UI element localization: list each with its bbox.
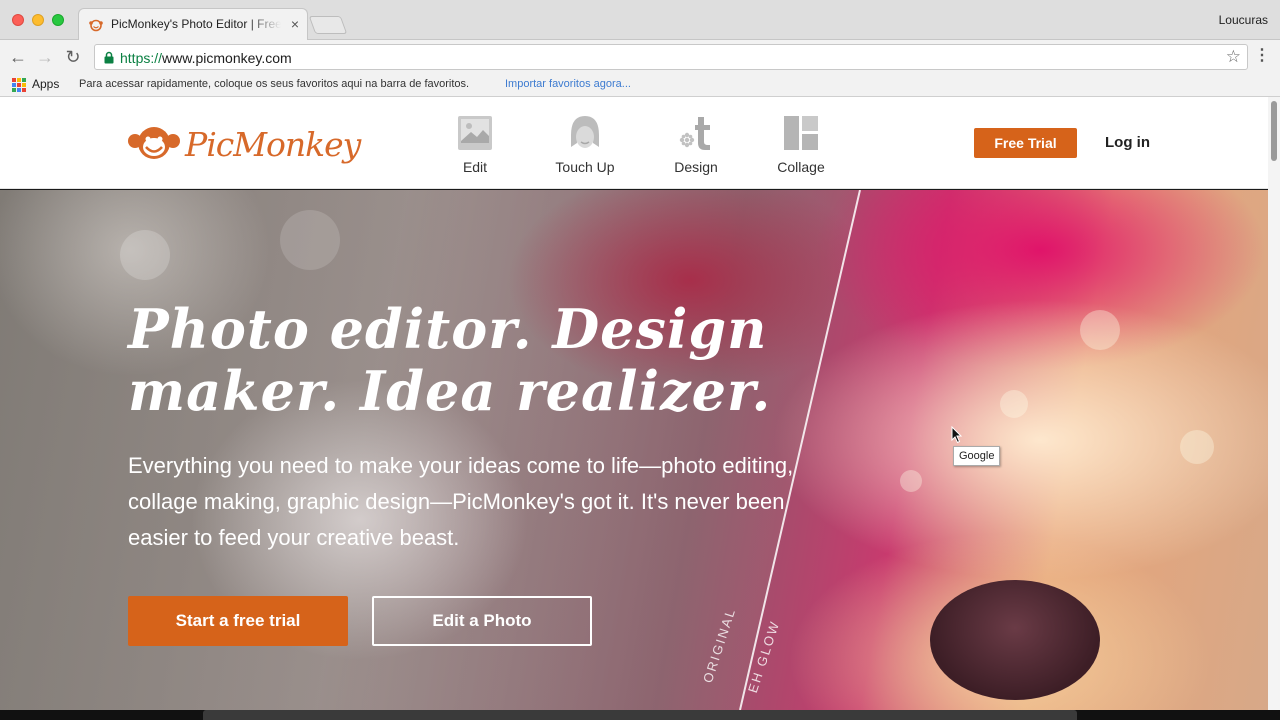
bookmarks-hint-text: Para acessar rapidamente, coloque os seu… xyxy=(79,78,470,90)
browser-tab-active[interactable]: PicMonkey's Photo Editor | Free Online P… xyxy=(78,8,308,40)
url-scheme: https:// xyxy=(120,50,163,66)
dog-nose-shape xyxy=(930,580,1100,700)
tab-title: PicMonkey's Photo Editor | Free Online P… xyxy=(111,17,281,31)
browser-toolbar: ← → ↻ https://www.picmonkey.com ☆ ⋮ xyxy=(0,40,1280,73)
start-free-trial-button[interactable]: Start a free trial xyxy=(128,596,348,646)
logo-wordmark: PicMonkey xyxy=(185,125,361,164)
nav-touch-up[interactable]: Touch Up xyxy=(540,113,630,175)
bokeh-light xyxy=(280,210,340,270)
apps-link[interactable]: Apps xyxy=(32,77,59,91)
hero-title: Photo editor. Design maker. Idea realize… xyxy=(128,297,772,423)
forward-arrow-icon[interactable]: → xyxy=(34,46,56,68)
address-bar[interactable]: https://www.picmonkey.com ☆ xyxy=(94,44,1248,70)
tab-close-icon[interactable]: × xyxy=(291,15,299,33)
nav-touch-up-label: Touch Up xyxy=(555,159,615,175)
nav-collage-label: Collage xyxy=(777,159,825,175)
import-bookmarks-link[interactable]: Importar favoritos agora... xyxy=(505,78,631,90)
edit-a-photo-button[interactable]: Edit a Photo xyxy=(372,596,592,646)
site-header: PicMonkey Edit Touch Up Design Collage F… xyxy=(0,97,1268,189)
nav-design[interactable]: Design xyxy=(651,113,741,175)
scrollbar-thumb[interactable] xyxy=(1271,101,1277,161)
bokeh-light xyxy=(1080,310,1120,350)
free-trial-button[interactable]: Free Trial xyxy=(974,128,1077,158)
bokeh-light xyxy=(120,230,170,280)
collage-icon xyxy=(784,116,818,150)
minimize-window-button[interactable] xyxy=(32,14,44,26)
apps-grid-icon[interactable] xyxy=(12,78,26,92)
bookmark-star-icon[interactable]: ☆ xyxy=(1226,47,1241,67)
face-icon xyxy=(571,116,599,148)
picmonkey-logo[interactable]: PicMonkey xyxy=(127,123,361,171)
tooltip: Google xyxy=(953,446,1001,466)
reload-icon[interactable]: ↻ xyxy=(62,46,84,68)
picmonkey-favicon-icon xyxy=(89,19,103,32)
lock-icon xyxy=(104,51,114,64)
bokeh-light xyxy=(1180,430,1214,464)
image-icon xyxy=(458,116,492,150)
bokeh-light xyxy=(1000,390,1028,418)
back-arrow-icon[interactable]: ← xyxy=(7,46,29,68)
dock xyxy=(203,710,1077,720)
url-domain: www.picmonkey.com xyxy=(162,50,292,66)
browser-menu-icon[interactable]: ⋮ xyxy=(1254,45,1270,67)
maximize-window-button[interactable] xyxy=(52,14,64,26)
hero-subtitle: Everything you need to make your ideas c… xyxy=(128,453,794,550)
bokeh-light xyxy=(900,470,922,492)
bookmarks-bar: Apps Para acessar rapidamente, coloque o… xyxy=(0,73,1280,97)
profile-name[interactable]: Loucuras xyxy=(1219,13,1268,27)
design-icon xyxy=(679,117,710,150)
monkey-logo-icon xyxy=(128,127,180,159)
nav-edit[interactable]: Edit xyxy=(430,113,520,175)
nav-collage[interactable]: Collage xyxy=(756,113,846,175)
mouse-cursor-icon xyxy=(951,426,963,444)
browser-titlebar: PicMonkey's Photo Editor | Free Online P… xyxy=(0,0,1280,40)
nav-design-label: Design xyxy=(674,159,718,175)
page-scrollbar[interactable] xyxy=(1268,97,1280,712)
hero-section: Photo editor. Design maker. Idea realize… xyxy=(0,190,1268,710)
nav-edit-label: Edit xyxy=(462,159,488,175)
close-window-button[interactable] xyxy=(12,14,24,26)
new-tab-button[interactable] xyxy=(308,16,348,34)
url-text: https://www.picmonkey.com xyxy=(120,50,292,66)
login-link[interactable]: Log in xyxy=(1105,134,1150,151)
